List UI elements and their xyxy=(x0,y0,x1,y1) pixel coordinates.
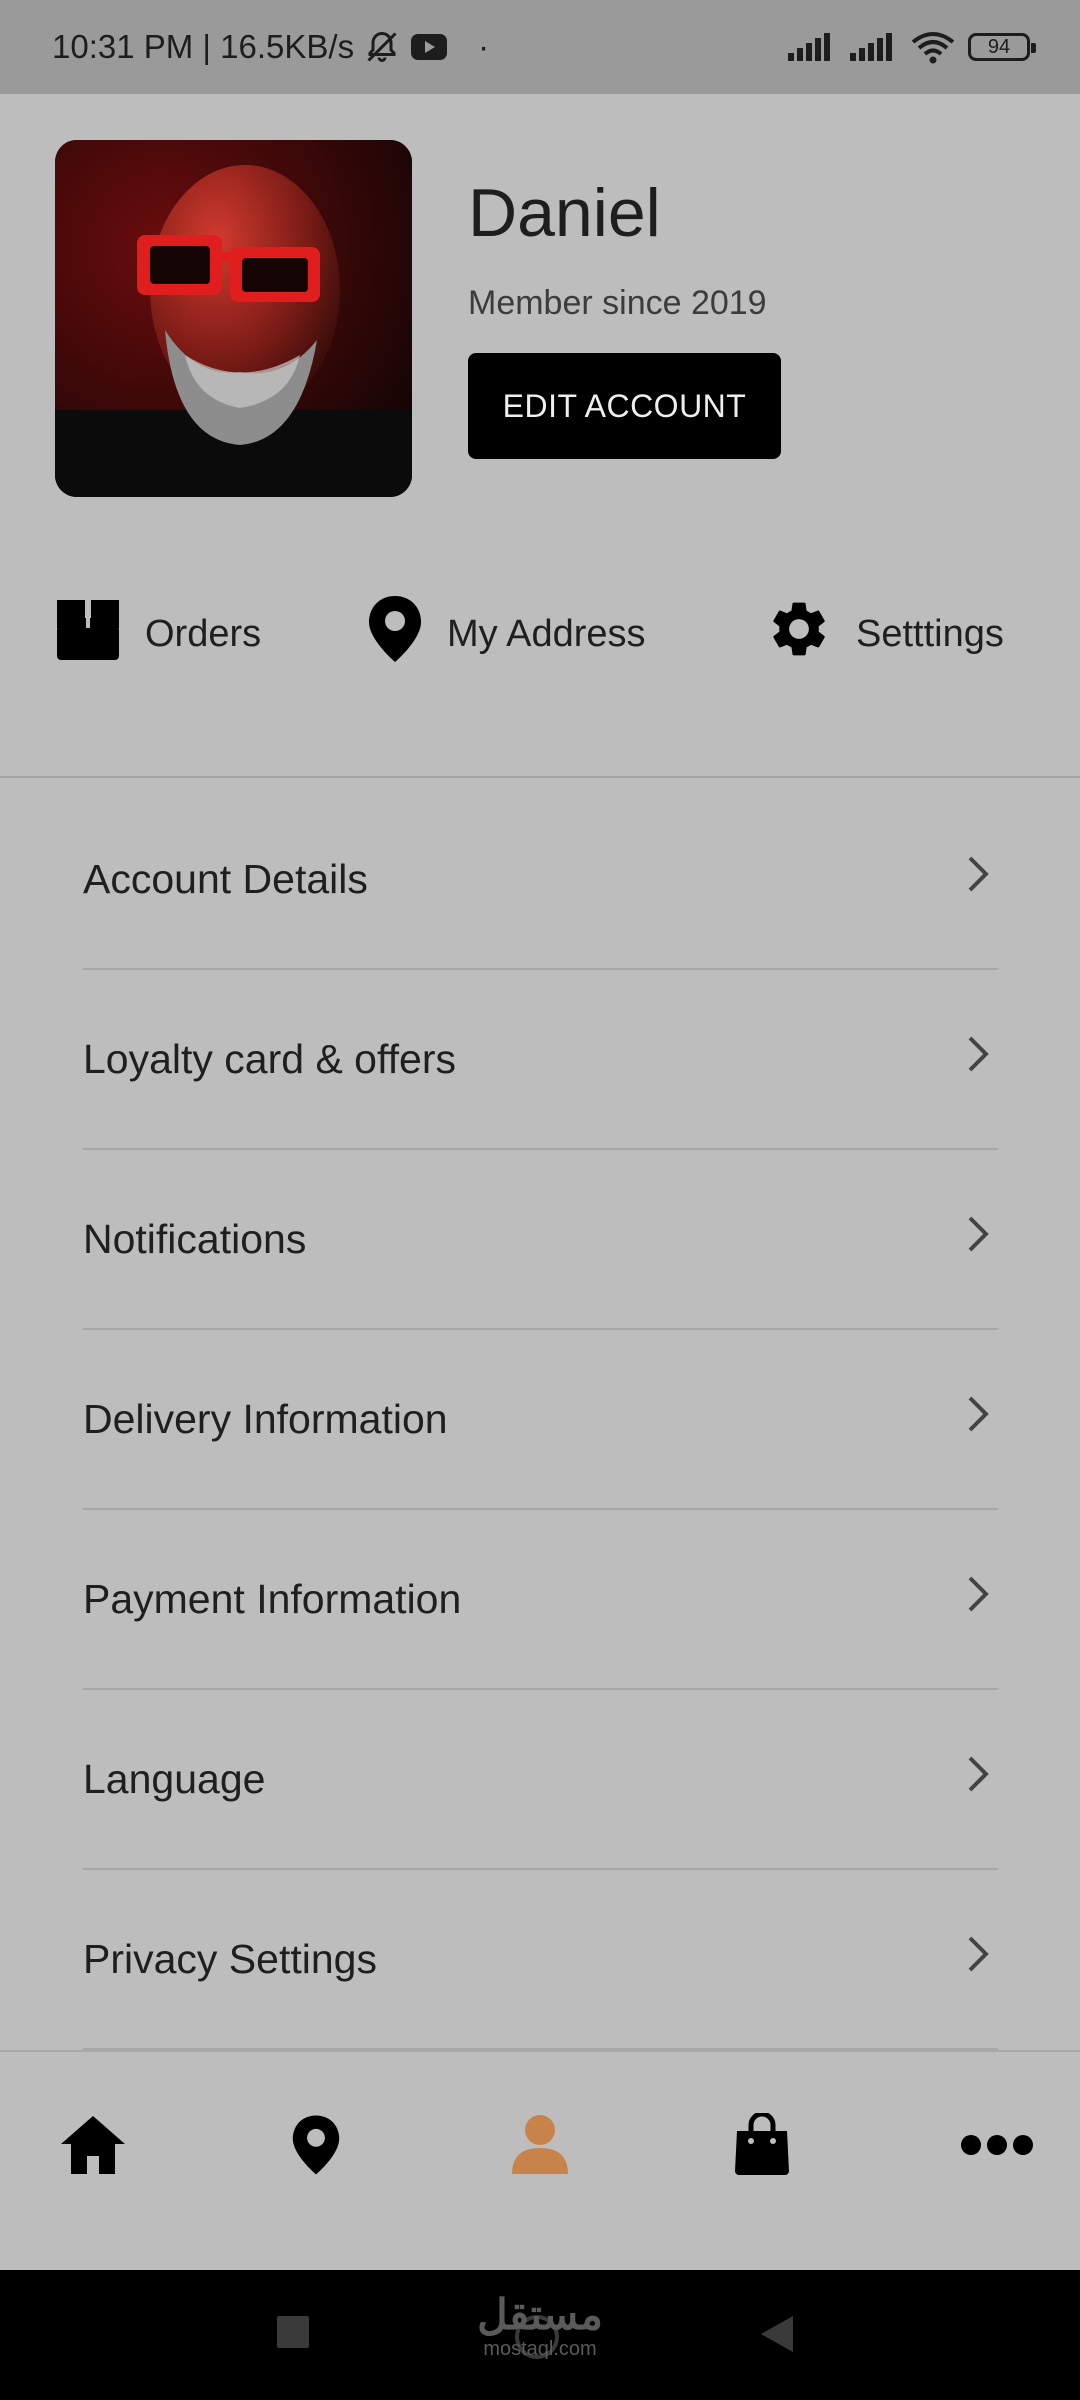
watermark: مستقل mostaql.com xyxy=(460,2292,620,2361)
menu-item-label: Delivery Information xyxy=(83,1395,448,1442)
bottom-navigation xyxy=(0,2050,1080,2272)
status-dot: · xyxy=(478,28,490,65)
nav-more[interactable] xyxy=(947,2102,1047,2192)
status-time-speed: 10:31 PM | 16.5KB/s xyxy=(52,28,355,65)
account-menu: Account Details Loyalty card & offers No… xyxy=(83,790,998,2050)
chevron-right-icon xyxy=(964,852,992,906)
menu-item-label: Account Details xyxy=(83,855,368,902)
chevron-right-icon xyxy=(964,1212,992,1266)
signal-icon xyxy=(786,31,836,63)
quick-action-label: Orders xyxy=(145,612,262,655)
chevron-right-icon xyxy=(964,1752,992,1806)
menu-item-label: Privacy Settings xyxy=(83,1935,377,1982)
recent-apps-button[interactable] xyxy=(276,2315,310,2354)
menu-item-payment-information[interactable]: Payment Information xyxy=(83,1510,998,1690)
home-icon xyxy=(59,2114,127,2181)
status-bar: 10:31 PM | 16.5KB/s · 94 xyxy=(0,0,1080,94)
back-button[interactable] xyxy=(760,2315,794,2358)
chevron-right-icon xyxy=(964,1392,992,1446)
location-pin-icon xyxy=(367,594,423,674)
quick-action-settings[interactable]: Setttings xyxy=(766,599,1004,669)
chevron-right-icon xyxy=(964,1572,992,1626)
menu-item-label: Notifications xyxy=(83,1215,307,1262)
signal-icon xyxy=(848,31,898,63)
menu-item-label: Loyalty card & offers xyxy=(83,1035,456,1082)
quick-action-label: Setttings xyxy=(856,612,1004,655)
menu-item-loyalty-card[interactable]: Loyalty card & offers xyxy=(83,970,998,1150)
location-pin-icon xyxy=(291,2113,341,2182)
avatar xyxy=(55,140,412,497)
gear-icon xyxy=(766,596,832,672)
quick-action-label: My Address xyxy=(447,612,646,655)
box-icon xyxy=(55,596,121,672)
quick-action-orders[interactable]: Orders xyxy=(55,599,261,669)
member-since-text: Member since 2019 xyxy=(468,284,767,322)
profile-name: Daniel xyxy=(468,175,661,251)
bell-muted-icon xyxy=(364,29,400,65)
menu-item-label: Payment Information xyxy=(83,1575,462,1622)
battery-indicator: 94 xyxy=(968,33,1036,61)
section-divider xyxy=(0,776,1080,778)
menu-item-account-details[interactable]: Account Details xyxy=(83,790,998,970)
chevron-right-icon xyxy=(964,1932,992,1986)
menu-item-privacy-settings[interactable]: Privacy Settings xyxy=(83,1870,998,2050)
nav-shop[interactable] xyxy=(712,2102,812,2192)
wifi-icon xyxy=(910,30,956,64)
menu-item-language[interactable]: Language xyxy=(83,1690,998,1870)
nav-profile[interactable] xyxy=(490,2102,590,2192)
more-icon xyxy=(959,2133,1035,2162)
profile-header: Daniel Member since 2019 EDIT ACCOUNT Or… xyxy=(0,94,1080,778)
edit-account-button[interactable]: EDIT ACCOUNT xyxy=(468,353,781,459)
system-navigation-bar: مستقل mostaql.com xyxy=(0,2270,1080,2400)
menu-item-delivery-information[interactable]: Delivery Information xyxy=(83,1330,998,1510)
shopping-bag-icon xyxy=(733,2111,791,2182)
youtube-icon xyxy=(410,32,448,62)
person-icon xyxy=(508,2114,572,2181)
chevron-right-icon xyxy=(964,1032,992,1086)
menu-item-label: Language xyxy=(83,1755,266,1802)
menu-item-notifications[interactable]: Notifications xyxy=(83,1150,998,1330)
watermark-latin: mostaql.com xyxy=(483,2338,597,2360)
quick-action-my-address[interactable]: My Address xyxy=(367,596,646,669)
nav-home[interactable] xyxy=(43,2102,143,2192)
nav-location[interactable] xyxy=(266,2102,366,2192)
watermark-arabic: مستقل xyxy=(477,2291,603,2338)
